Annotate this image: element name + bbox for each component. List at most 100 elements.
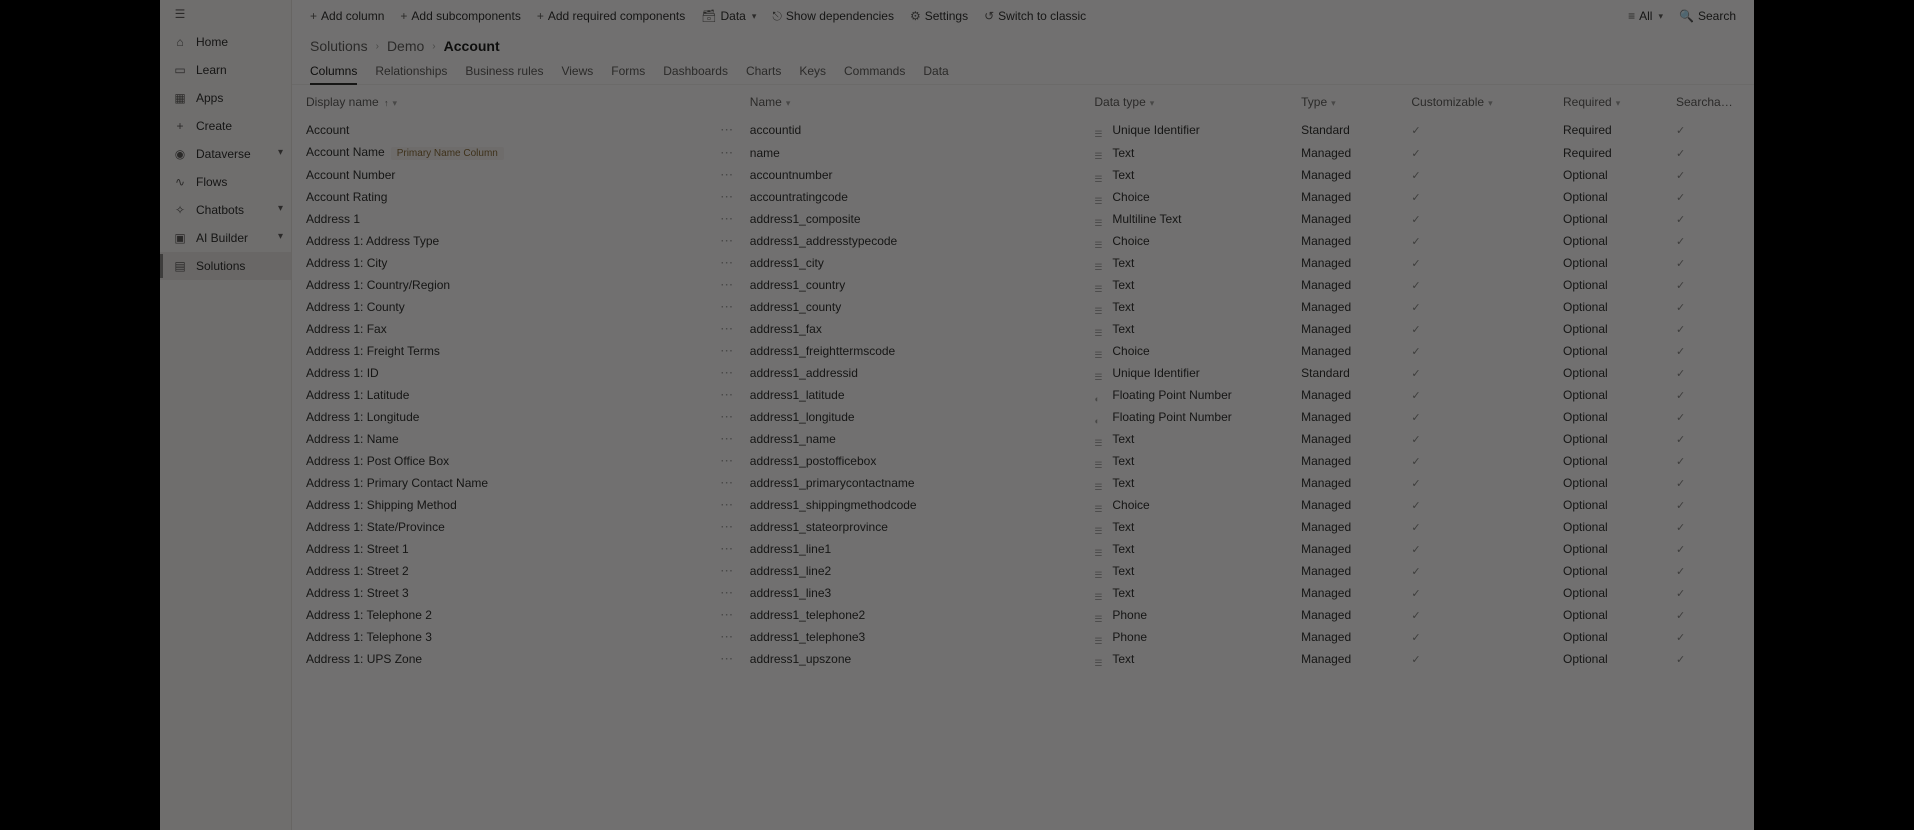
sidebar-item-chatbots[interactable]: ✧Chatbots▾ (160, 196, 291, 224)
more-icon[interactable]: ⋯ (719, 520, 733, 533)
cell-actions[interactable]: ⋯ (711, 274, 741, 296)
more-icon[interactable]: ⋯ (719, 586, 733, 599)
cell-actions[interactable]: ⋯ (711, 648, 741, 670)
more-icon[interactable]: ⋯ (719, 564, 733, 577)
cell-actions[interactable]: ⋯ (711, 340, 741, 362)
more-icon[interactable]: ⋯ (719, 234, 733, 247)
table-row[interactable]: Address 1: Freight Terms⋯address1_freigh… (298, 340, 1748, 362)
sidebar-item-flows[interactable]: ∿Flows (160, 168, 291, 196)
tab-business-rules[interactable]: Business rules (465, 60, 543, 84)
more-icon[interactable]: ⋯ (719, 652, 733, 665)
cell-actions[interactable]: ⋯ (711, 450, 741, 472)
more-icon[interactable]: ⋯ (719, 366, 733, 379)
more-icon[interactable]: ⋯ (719, 278, 733, 291)
sidebar-item-solutions[interactable]: ▤Solutions (160, 252, 291, 280)
table-row[interactable]: Address 1: Address Type⋯address1_address… (298, 230, 1748, 252)
cell-actions[interactable]: ⋯ (711, 141, 741, 164)
more-icon[interactable]: ⋯ (719, 498, 733, 511)
cell-actions[interactable]: ⋯ (711, 119, 741, 141)
breadcrumb-link[interactable]: Solutions (310, 38, 368, 54)
cell-actions[interactable]: ⋯ (711, 208, 741, 230)
column-header-searchable[interactable]: Searcha…▾ (1668, 85, 1748, 119)
column-header-datatype[interactable]: Data type▾ (1086, 85, 1293, 119)
column-header-type[interactable]: Type▾ (1293, 85, 1403, 119)
table-row[interactable]: Address 1: Latitude⋯address1_latitudeFlo… (298, 384, 1748, 406)
table-row[interactable]: Address 1: State/Province⋯address1_state… (298, 516, 1748, 538)
tab-commands[interactable]: Commands (844, 60, 905, 84)
show-dependencies-button[interactable]: ⎋Show dependencies (766, 4, 900, 28)
cell-actions[interactable]: ⋯ (711, 406, 741, 428)
add-required-button[interactable]: +Add required components (531, 4, 691, 28)
cell-actions[interactable]: ⋯ (711, 230, 741, 252)
data-button[interactable]: 🗃Data▾ (695, 4, 762, 28)
more-icon[interactable]: ⋯ (719, 388, 733, 401)
table-row[interactable]: Account Rating⋯accountratingcodeChoiceMa… (298, 186, 1748, 208)
cell-actions[interactable]: ⋯ (711, 560, 741, 582)
more-icon[interactable]: ⋯ (719, 300, 733, 313)
table-row[interactable]: Address 1: Street 3⋯address1_line3TextMa… (298, 582, 1748, 604)
cell-actions[interactable]: ⋯ (711, 384, 741, 406)
table-row[interactable]: Address 1: Telephone 2⋯address1_telephon… (298, 604, 1748, 626)
tab-keys[interactable]: Keys (799, 60, 826, 84)
more-icon[interactable]: ⋯ (719, 322, 733, 335)
table-row[interactable]: Account Number⋯accountnumberTextManaged✓… (298, 164, 1748, 186)
more-icon[interactable]: ⋯ (719, 630, 733, 643)
table-row[interactable]: Account NamePrimary Name Column⋯nameText… (298, 141, 1748, 164)
table-row[interactable]: Address 1: Longitude⋯address1_longitudeF… (298, 406, 1748, 428)
table-row[interactable]: Address 1⋯address1_compositeMultiline Te… (298, 208, 1748, 230)
tab-charts[interactable]: Charts (746, 60, 781, 84)
more-icon[interactable]: ⋯ (719, 168, 733, 181)
more-icon[interactable]: ⋯ (719, 212, 733, 225)
add-column-button[interactable]: +Add column (304, 4, 390, 28)
sidebar-item-learn[interactable]: ▭Learn (160, 56, 291, 84)
column-header-customizable[interactable]: Customizable▾ (1403, 85, 1555, 119)
more-icon[interactable]: ⋯ (719, 190, 733, 203)
more-icon[interactable]: ⋯ (719, 344, 733, 357)
tab-relationships[interactable]: Relationships (375, 60, 447, 84)
cell-actions[interactable]: ⋯ (711, 428, 741, 450)
switch-classic-button[interactable]: ↺Switch to classic (978, 4, 1092, 28)
more-icon[interactable]: ⋯ (719, 256, 733, 269)
cell-actions[interactable]: ⋯ (711, 296, 741, 318)
cell-actions[interactable]: ⋯ (711, 252, 741, 274)
table-row[interactable]: Address 1: Country/Region⋯address1_count… (298, 274, 1748, 296)
add-subcomponents-button[interactable]: +Add subcomponents (394, 4, 526, 28)
more-icon[interactable]: ⋯ (719, 410, 733, 423)
table-row[interactable]: Address 1: ID⋯address1_addressidUnique I… (298, 362, 1748, 384)
breadcrumb-link[interactable]: Demo (387, 38, 424, 54)
tab-columns[interactable]: Columns (310, 60, 357, 84)
cell-actions[interactable]: ⋯ (711, 186, 741, 208)
cell-actions[interactable]: ⋯ (711, 604, 741, 626)
table-row[interactable]: Address 1: Street 2⋯address1_line2TextMa… (298, 560, 1748, 582)
sidebar-item-ai-builder[interactable]: ▣AI Builder▾ (160, 224, 291, 252)
table-row[interactable]: Account⋯accountidUnique IdentifierStanda… (298, 119, 1748, 141)
cell-actions[interactable]: ⋯ (711, 318, 741, 340)
cell-actions[interactable]: ⋯ (711, 582, 741, 604)
more-icon[interactable]: ⋯ (719, 146, 733, 159)
tab-dashboards[interactable]: Dashboards (663, 60, 728, 84)
cell-actions[interactable]: ⋯ (711, 472, 741, 494)
table-row[interactable]: Address 1: Name⋯address1_nameTextManaged… (298, 428, 1748, 450)
search-button[interactable]: 🔍Search (1673, 4, 1742, 28)
more-icon[interactable]: ⋯ (719, 542, 733, 555)
table-row[interactable]: Address 1: County⋯address1_countyTextMan… (298, 296, 1748, 318)
cell-actions[interactable]: ⋯ (711, 516, 741, 538)
filter-all-button[interactable]: ≡All▾ (1622, 4, 1669, 28)
table-row[interactable]: Address 1: Fax⋯address1_faxTextManaged✓O… (298, 318, 1748, 340)
cell-actions[interactable]: ⋯ (711, 494, 741, 516)
cell-actions[interactable]: ⋯ (711, 538, 741, 560)
settings-button[interactable]: ⚙Settings (904, 4, 974, 28)
tab-data[interactable]: Data (923, 60, 948, 84)
tab-views[interactable]: Views (561, 60, 593, 84)
hamburger-button[interactable]: ☰ (160, 0, 291, 28)
more-icon[interactable]: ⋯ (719, 608, 733, 621)
cell-actions[interactable]: ⋯ (711, 164, 741, 186)
table-row[interactable]: Address 1: Street 1⋯address1_line1TextMa… (298, 538, 1748, 560)
table-row[interactable]: Address 1: UPS Zone⋯address1_upszoneText… (298, 648, 1748, 670)
table-row[interactable]: Address 1: Telephone 3⋯address1_telephon… (298, 626, 1748, 648)
column-header-name[interactable]: Name▾ (742, 85, 1087, 119)
column-header-required[interactable]: Required▾ (1555, 85, 1668, 119)
table-row[interactable]: Address 1: Primary Contact Name⋯address1… (298, 472, 1748, 494)
cell-actions[interactable]: ⋯ (711, 362, 741, 384)
sidebar-item-create[interactable]: +Create (160, 112, 291, 140)
